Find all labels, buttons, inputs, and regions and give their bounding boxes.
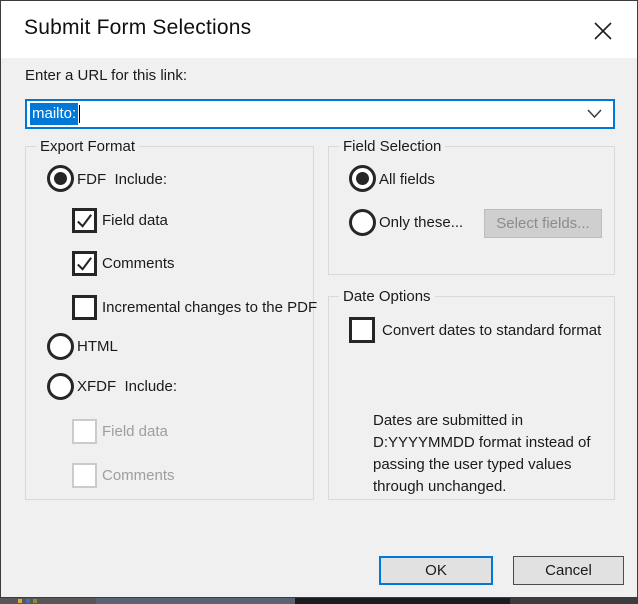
checkbox-incremental[interactable] (72, 295, 97, 320)
select-fields-button: Select fields... (484, 209, 602, 238)
background-segment (510, 598, 638, 604)
radio-fdf-label: FDF Include: (77, 171, 168, 188)
radio-fdf[interactable] (47, 165, 74, 192)
checkbox-xfdf-field-data-label: Field data (102, 423, 168, 440)
cancel-button[interactable]: Cancel (513, 556, 624, 585)
check-icon (77, 257, 92, 271)
checkbox-convert-dates-label: Convert dates to standard format (382, 322, 602, 339)
url-combobox[interactable]: mailto: (25, 99, 615, 129)
background-segment (295, 598, 510, 604)
date-format-note: Dates are submitted in D:YYYYMMDD format… (373, 412, 591, 495)
background-pixel (26, 599, 30, 603)
background-pixel (33, 599, 37, 603)
close-icon (594, 22, 612, 40)
export-format-group: Export Format (25, 138, 314, 500)
submit-form-selections-dialog: Submit Form Selections Enter a URL for t… (0, 0, 638, 598)
export-format-legend: Export Format (36, 138, 140, 155)
checkbox-xfdf-field-data (72, 419, 97, 444)
radio-all-fields[interactable] (349, 165, 376, 192)
radio-all-fields-label: All fields (379, 171, 435, 188)
background-pixel (18, 599, 22, 603)
radio-html-label: HTML (77, 338, 118, 355)
dialog-title: Submit Form Selections (24, 16, 252, 39)
url-value-selected: mailto: (30, 103, 79, 125)
screen: Submit Form Selections Enter a URL for t… (0, 0, 638, 604)
text-caret (79, 105, 81, 123)
chevron-down-icon[interactable] (587, 109, 602, 119)
ok-button[interactable]: OK (379, 556, 493, 585)
background-app-sliver (0, 598, 638, 604)
radio-html[interactable] (47, 333, 74, 360)
checkbox-fdf-comments[interactable] (72, 251, 97, 276)
radio-dot (54, 172, 67, 185)
checkbox-xfdf-comments (72, 463, 97, 488)
checkbox-fdf-field-data[interactable] (72, 208, 97, 233)
date-options-legend: Date Options (339, 288, 435, 305)
close-button[interactable] (583, 15, 623, 47)
checkbox-fdf-field-data-label: Field data (102, 212, 168, 229)
url-label: Enter a URL for this link: (25, 67, 188, 84)
background-segment (0, 598, 96, 604)
background-segment (96, 598, 295, 604)
field-selection-legend: Field Selection (339, 138, 446, 155)
radio-dot (356, 172, 369, 185)
radio-xfdf-label: XFDF Include: (77, 378, 178, 395)
checkbox-incremental-label: Incremental changes to the PDF (102, 299, 318, 316)
radio-xfdf[interactable] (47, 373, 74, 400)
checkbox-fdf-comments-label: Comments (102, 255, 175, 272)
checkbox-xfdf-comments-label: Comments (102, 467, 175, 484)
titlebar: Submit Form Selections (1, 1, 637, 58)
radio-only-these-label: Only these... (379, 214, 464, 231)
check-icon (77, 214, 92, 228)
checkbox-convert-dates[interactable] (349, 317, 375, 343)
radio-only-these[interactable] (349, 209, 376, 236)
